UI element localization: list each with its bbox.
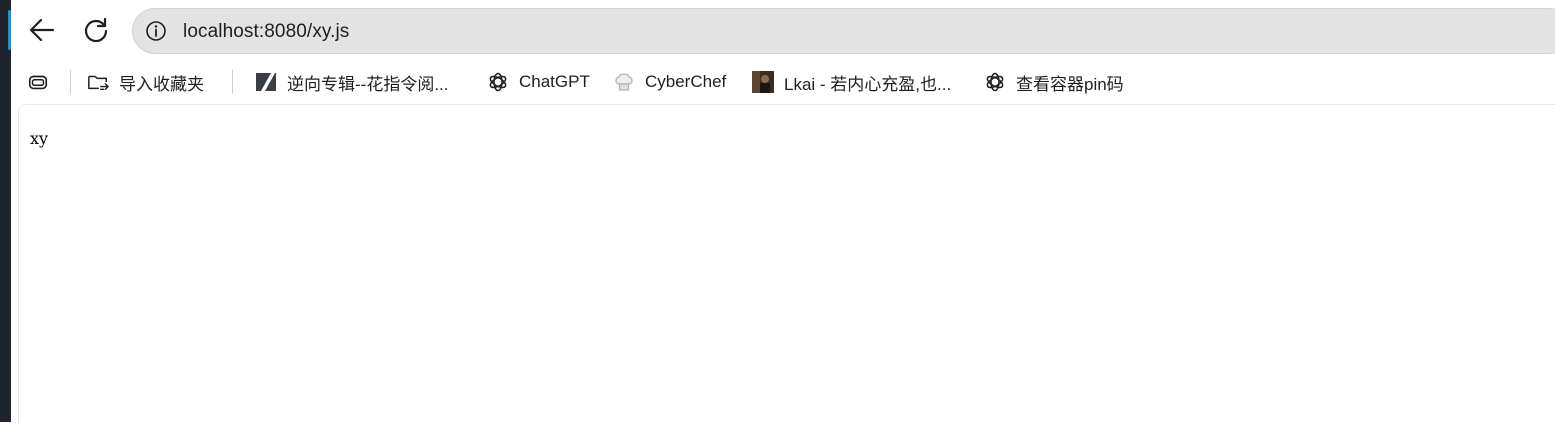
arrow-left-icon	[29, 18, 55, 42]
page-content: xy	[18, 104, 1555, 423]
bookmark-reverse-album[interactable]: 逆向专辑--花指令阅...	[255, 68, 449, 96]
import-folder-icon	[87, 71, 109, 93]
slash-logo-icon	[255, 71, 277, 93]
bookmark-label: 导入收藏夹	[119, 74, 204, 94]
browser-window: localhost:8080/xy.js 导入收藏夹 逆向专辑--花指令阅...…	[11, 0, 1555, 423]
page-body-text: xy	[30, 129, 49, 148]
bookmarks-bar: 导入收藏夹 逆向专辑--花指令阅... ChatGPT CyberChef Lk…	[11, 62, 1555, 102]
info-icon[interactable]	[145, 20, 167, 42]
browser-toolbar: localhost:8080/xy.js	[11, 0, 1555, 62]
bookmark-label: ChatGPT	[519, 72, 590, 91]
bookmark-label: 查看容器pin码	[1016, 74, 1124, 94]
bookmark-label: Lkai - 若内心充盈,也...	[784, 74, 952, 94]
avatar-thumbnail	[752, 71, 774, 93]
bookmark-import[interactable]: 导入收藏夹	[87, 68, 204, 96]
bookmark-label: 逆向专辑--花指令阅...	[287, 74, 449, 94]
bookmark-label: CyberChef	[645, 72, 727, 91]
bookmark-cyberchef[interactable]: CyberChef	[613, 68, 726, 96]
window-left-edge	[0, 0, 11, 422]
bookmark-container-pin[interactable]: 查看容器pin码	[984, 68, 1124, 96]
address-url[interactable]: localhost:8080/xy.js	[183, 21, 349, 43]
tab-groups-icon	[27, 71, 49, 93]
tab-groups-button[interactable]	[27, 68, 49, 96]
back-button[interactable]	[24, 12, 60, 48]
bookmarks-separator	[232, 70, 233, 94]
reload-button[interactable]	[78, 12, 114, 48]
chef-hat-icon	[613, 71, 635, 93]
openai-icon	[487, 71, 509, 93]
bookmark-chatgpt[interactable]: ChatGPT	[487, 68, 590, 96]
reload-icon	[84, 17, 108, 43]
address-bar[interactable]: localhost:8080/xy.js	[132, 8, 1555, 54]
bookmark-lkai[interactable]: Lkai - 若内心充盈,也...	[752, 68, 951, 96]
bookmarks-separator	[70, 70, 71, 94]
openai-icon	[984, 71, 1006, 93]
